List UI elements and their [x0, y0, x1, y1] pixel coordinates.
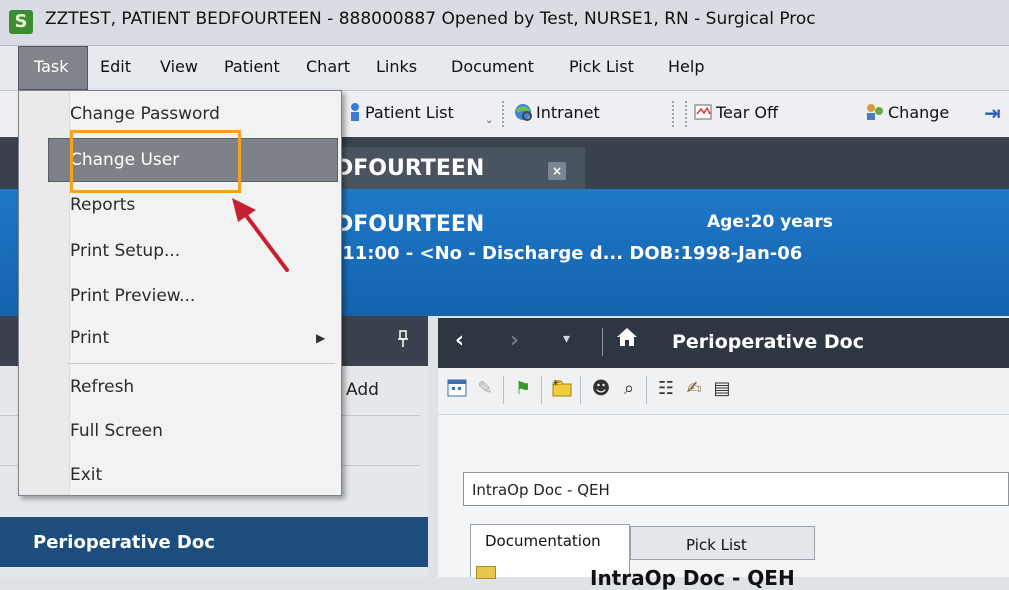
folder-icon [476, 566, 496, 579]
menu-item-refresh[interactable]: Refresh [70, 377, 134, 397]
patient-list-icon [348, 102, 362, 122]
calendar-icon[interactable] [446, 378, 468, 400]
banner-patient-name: DFOURTEEN [335, 212, 485, 237]
menu-item-change-password[interactable]: Change Password [70, 104, 220, 124]
highlight-box [70, 130, 241, 193]
pin-icon[interactable] [396, 330, 410, 352]
menu-bar: Edit View Patient Chart Links Document P… [0, 46, 1009, 91]
divider [503, 376, 504, 404]
menu-view[interactable]: View [160, 57, 198, 76]
exit-icon[interactable]: ⇥ [984, 101, 1001, 125]
app-logo-icon: S [9, 10, 33, 34]
globe-icon [513, 102, 533, 122]
document-icon[interactable]: ▤ [711, 378, 733, 400]
document-heading: IntraOp Doc - QEH [590, 566, 795, 590]
sign-icon[interactable]: ✍ [683, 378, 705, 400]
window-title: ZZTEST, PATIENT BEDFOURTEEN - 888000887 … [45, 9, 816, 29]
toolbar-separator [672, 101, 674, 127]
back-icon[interactable]: ‹ [455, 328, 464, 353]
new-folder-icon[interactable]: ✳ [551, 378, 573, 400]
chevron-down-icon[interactable]: ⌄ [485, 115, 493, 126]
home-icon[interactable] [616, 326, 638, 354]
submenu-arrow-icon: ▶ [316, 331, 326, 345]
properties-icon[interactable]: ☷ [655, 378, 677, 400]
menu-links[interactable]: Links [376, 57, 417, 76]
intranet-button[interactable]: Intranet [513, 102, 600, 122]
menu-item-exit[interactable]: Exit [70, 465, 102, 485]
menu-task[interactable]: Task [18, 46, 88, 90]
document-search-icon[interactable]: ⌕ [618, 378, 640, 400]
patient-tab-label: DFOURTEEN [335, 156, 485, 181]
edit-document-icon[interactable]: ✎ [474, 378, 496, 400]
menu-patient[interactable]: Patient [224, 57, 280, 76]
change-user-icon [865, 102, 885, 122]
tab-documentation-label: Documentation [485, 532, 601, 550]
toolbar-separator [685, 101, 687, 127]
menu-task-label: Task [34, 57, 69, 76]
flag-icon[interactable]: ⚑ [512, 378, 534, 400]
change-button[interactable]: Change [865, 102, 949, 122]
document-select[interactable]: IntraOp Doc - QEH [463, 472, 1009, 506]
tab-pick-list[interactable]: Pick List [630, 526, 815, 560]
tear-off-icon [693, 102, 713, 122]
menu-item-reports[interactable]: Reports [70, 195, 135, 215]
divider [646, 376, 647, 404]
patient-list-button[interactable]: Patient List [348, 102, 454, 122]
menu-help[interactable]: Help [668, 57, 704, 76]
document-select-value: IntraOp Doc - QEH [472, 481, 610, 499]
user-search-icon[interactable]: ☻ [590, 378, 612, 400]
close-icon[interactable]: × [548, 162, 566, 180]
banner-age: Age:20 years [707, 212, 833, 232]
menu-edit[interactable]: Edit [100, 57, 131, 76]
divider [580, 376, 581, 404]
red-arrow-icon [232, 198, 289, 272]
forward-icon[interactable]: › [510, 328, 519, 353]
toolbar-separator [502, 101, 504, 127]
menu-pick-list[interactable]: Pick List [569, 57, 634, 76]
menu-item-print-setup[interactable]: Print Setup... [70, 241, 180, 261]
page-title: Perioperative Doc [672, 331, 864, 353]
tear-off-button[interactable]: Tear Off [693, 102, 778, 122]
divider [602, 328, 603, 356]
menu-item-print[interactable]: Print [70, 328, 109, 348]
menu-document[interactable]: Document [451, 57, 534, 76]
sidebar-item-label: Perioperative Doc [33, 532, 215, 553]
menu-item-full-screen[interactable]: Full Screen [70, 421, 163, 441]
svg-text:✳: ✳ [552, 379, 560, 389]
divider [541, 376, 542, 404]
add-button[interactable]: Add [346, 380, 379, 400]
menu-chart[interactable]: Chart [306, 57, 350, 76]
menu-item-print-preview[interactable]: Print Preview... [70, 286, 195, 306]
banner-details: :11:00 - <No - Discharge d... DOB:1998-J… [335, 243, 803, 264]
menu-separator [67, 363, 335, 364]
chevron-down-icon[interactable]: ▾ [563, 331, 570, 347]
tab-pick-list-label: Pick List [686, 536, 747, 554]
